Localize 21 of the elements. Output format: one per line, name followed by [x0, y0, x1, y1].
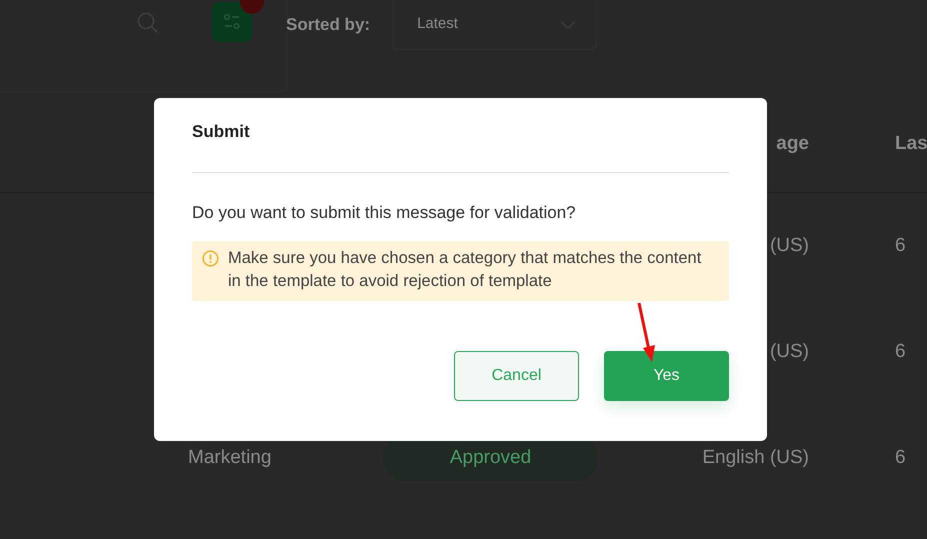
sliders-icon — [223, 13, 241, 31]
table-cell: 6 — [895, 340, 906, 362]
table-cell: Marketing — [188, 446, 272, 468]
cancel-button[interactable]: Cancel — [454, 350, 579, 401]
table-cell: (US) — [770, 234, 809, 256]
warning-text: Make sure you have chosen a category that matches the content in the template to avoid rejection of template — [228, 248, 702, 292]
dialog-message: Do you want to submit this message for validation? — [192, 202, 577, 224]
table-cell: English (US) — [702, 446, 809, 468]
sort-select[interactable]: Latest — [392, 0, 598, 50]
select-value: Latest — [417, 14, 458, 34]
table-cell: (US) — [770, 340, 809, 362]
table-cell: 6 — [895, 446, 906, 468]
dialog-title: Submit — [192, 122, 729, 174]
column-header[interactable]: age — [776, 133, 809, 154]
annotation-arrow — [638, 302, 655, 362]
table-cell: 6 — [895, 234, 906, 256]
column-header[interactable]: Las — [895, 133, 927, 154]
confirm-button[interactable]: Yes — [604, 350, 729, 401]
filter-button[interactable] — [212, 2, 252, 42]
sort-label: Sorted by: — [286, 14, 370, 36]
warning-icon — [202, 250, 219, 267]
